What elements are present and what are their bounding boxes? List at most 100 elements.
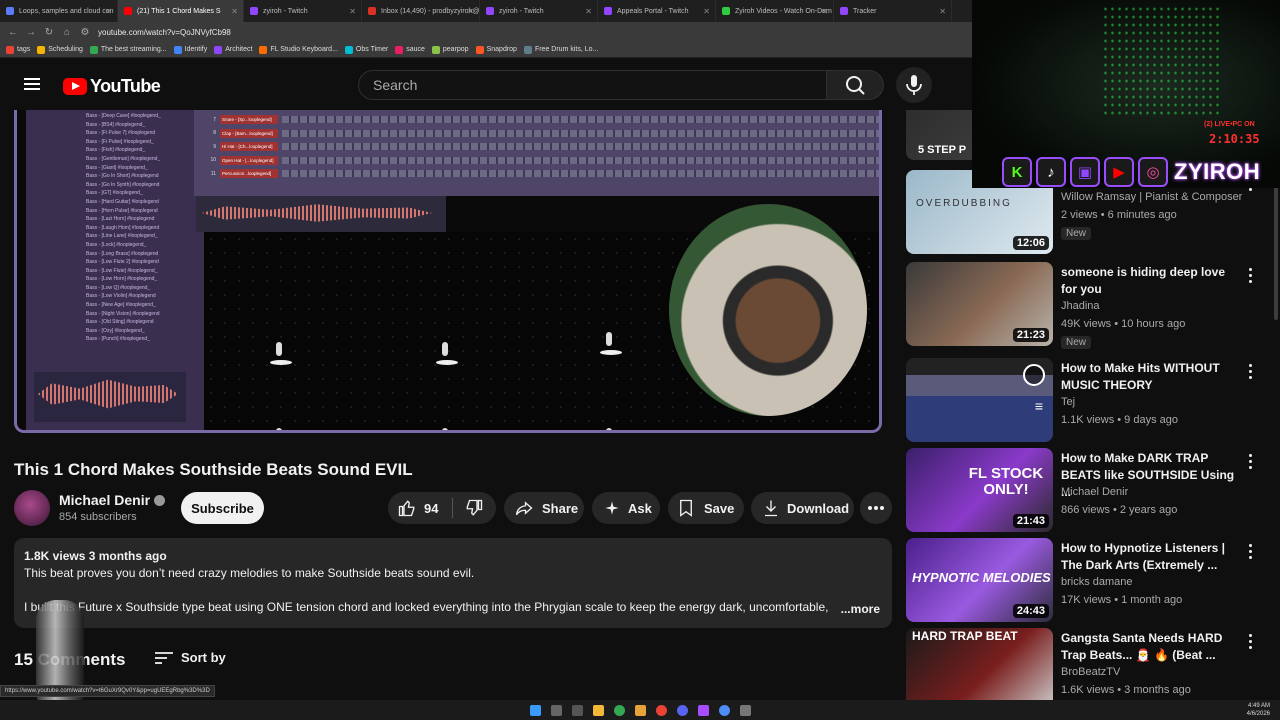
task-view-icon[interactable] [550,704,562,716]
recommendation-item[interactable]: ≡ How to Make Hits WITHOUT MUSIC THEORY Te… [906,358,1280,444]
recommendation-channel[interactable]: Tej [1061,396,1075,408]
close-tab-icon[interactable]: ✕ [585,7,592,16]
more-options-icon[interactable] [1249,454,1253,472]
recommendation-item[interactable]: HARD TRAP BEAT Gangsta Santa Needs HARD T… [906,628,1280,700]
dislike-button[interactable] [453,499,495,517]
sidebar-scrollbar[interactable] [1274,170,1278,320]
recommendation-thumbnail[interactable]: FL STOCK ONLY! 21:43 [906,448,1053,532]
back-icon[interactable]: ← [8,27,18,38]
close-tab-icon[interactable]: ✕ [231,7,238,16]
youtube-logo[interactable]: YouTube [63,76,161,97]
browser-tab[interactable]: Inbox (14,490) - prodbyzyiroh@ ✕ [362,0,480,22]
system-tray-clock[interactable]: 4:49 AM 4/6/2026 [1247,702,1270,718]
bookmark-item[interactable]: Identify [173,45,207,54]
browser-tab[interactable]: (21) This 1 Chord Makes S ✕ [118,0,244,22]
browser-tab[interactable]: Tracker ✕ [834,0,952,22]
close-tab-icon[interactable]: ✕ [703,7,710,16]
show-more-link[interactable]: ...more [841,601,880,618]
recommendation-thumbnail[interactable]: HARD TRAP BEAT [906,628,1053,700]
start-icon[interactable] [529,704,541,716]
recommendation-channel[interactable]: BroBeatzTV [1061,666,1120,678]
discord-icon[interactable] [676,704,688,716]
bookmark-item[interactable]: Snapdrop [475,45,517,54]
close-tab-icon[interactable]: ✕ [467,7,474,16]
widgets-icon[interactable] [571,704,583,716]
site-info-icon[interactable]: ⚙ [80,27,90,38]
bookmark-item[interactable]: pearpop [431,45,469,54]
voice-search-button[interactable] [896,67,932,103]
browser-tab[interactable]: zyiroh - Twitch ✕ [244,0,362,22]
sort-comments-button[interactable]: Sort by [155,650,226,665]
share-button[interactable]: Share [504,492,584,524]
browser-icon[interactable] [718,704,730,716]
subscribe-button[interactable]: Subscribe [181,492,264,524]
bookmark-item[interactable]: Scheduling [37,45,83,54]
video-player[interactable]: Bass - [Deep Cave] #looplegend_ Bass - [B… [14,110,882,433]
fl-studio-icon[interactable] [697,704,709,716]
recommendation-item[interactable]: HYPNOTIC MELODIES 24:43 How to Hypnotize L… [906,538,1280,624]
recommendation-channel[interactable]: Michael Denir [1061,486,1128,498]
more-actions-button[interactable] [860,492,892,524]
recommendation-channel[interactable]: Jhadina [1061,300,1100,312]
forward-icon[interactable]: → [26,27,36,38]
like-button[interactable]: 94 [388,499,452,517]
more-options-icon[interactable] [1249,544,1253,562]
reload-icon[interactable]: ↻ [44,27,54,38]
search-button[interactable] [826,70,884,100]
recommendation-item[interactable]: 21:23 someone is hiding deep love for you… [906,262,1280,349]
file-explorer-icon[interactable] [592,704,604,716]
recommendation-item[interactable]: FL STOCK ONLY! 21:43 How to Make DARK TRAP… [906,448,1280,534]
bookmark-item[interactable]: The best streaming... [89,45,167,54]
youtube-icon: ▶ [1104,157,1134,187]
channel-name[interactable]: Michael Denir [59,492,166,508]
daw-track-item: Bass - [New Age] #looplegend_ [86,302,156,309]
daw-track-item: Bass - [Lazi Horn] #looplegend [86,216,155,223]
more-options-icon[interactable] [1249,268,1253,286]
channel-name-text[interactable]: Michael Denir [59,492,150,508]
app-icon[interactable] [634,704,646,716]
bookmark-item[interactable]: FL Studio Keyboard... [259,45,338,54]
url-field[interactable]: youtube.com/watch?v=QoJNVyfCb98 [98,28,231,37]
download-button[interactable]: Download [751,492,854,524]
daw-track-item: Bass - [Ozy] #looplegend_ [86,327,145,334]
close-tab-icon[interactable]: ✕ [105,7,112,16]
bookmark-item[interactable]: Obs Timer [344,45,388,54]
menu-icon[interactable] [24,78,40,90]
save-button[interactable]: Save [668,492,744,524]
recommendation-thumbnail[interactable]: HYPNOTIC MELODIES 24:43 [906,538,1053,622]
close-tab-icon[interactable]: ✕ [821,7,828,16]
more-options-icon[interactable] [1249,634,1253,652]
browser-tab[interactable]: zyiroh - Twitch ✕ [480,0,598,22]
close-tab-icon[interactable]: ✕ [349,7,356,16]
chrome-icon[interactable] [613,704,625,716]
recommendation-title[interactable]: Gangsta Santa Needs HARD Trap Beats... 🎅… [1061,630,1241,664]
bookmark-label: FL Studio Keyboard... [270,46,338,53]
channel-avatar[interactable] [14,490,50,526]
home-icon[interactable]: ⌂ [62,27,72,38]
more-options-icon[interactable] [1249,364,1253,382]
bookmark-item[interactable]: Architect [214,45,252,54]
ask-button[interactable]: Ask [592,492,660,524]
recommendation-title[interactable]: How to Hypnotize Listeners | The Dark Ar… [1061,540,1241,574]
watch-later-icon[interactable] [1023,364,1045,386]
dancer-figure [436,342,458,368]
bookmark-item[interactable]: tags [6,45,30,54]
recommendation-thumbnail[interactable]: 21:23 [906,262,1053,346]
recommendation-channel[interactable]: bricks damane [1061,576,1133,588]
add-to-queue-icon[interactable]: ≡ [1035,398,1043,414]
recommendation-title[interactable]: How to Make Hits WITHOUT MUSIC THEORY [1061,360,1241,394]
chrome-profile-icon[interactable] [655,704,667,716]
search-input[interactable]: Search [358,70,827,100]
browser-tab[interactable]: Loops, samples and cloud con ✕ [0,0,118,22]
recommendation-title[interactable]: someone is hiding deep love for you [1061,264,1241,298]
recommendation-channel[interactable]: Willow Ramsay | Pianist & Composer [1061,191,1242,203]
browser-tab[interactable]: Appeals Portal - Twitch ✕ [598,0,716,22]
settings-icon[interactable] [739,704,751,716]
bookmark-item[interactable]: Free Drum kits, Lo... [523,45,599,54]
recommendation-thumbnail[interactable]: ≡ [906,358,1053,442]
description-box[interactable]: 1.8K views 3 months ago This beat proves… [14,538,892,628]
close-tab-icon[interactable]: ✕ [939,7,946,16]
bookmark-label: Free Drum kits, Lo... [534,46,599,53]
browser-tab[interactable]: Zyiroh Videos - Watch On-Dem ✕ [716,0,834,22]
bookmark-item[interactable]: sauce [395,45,425,54]
